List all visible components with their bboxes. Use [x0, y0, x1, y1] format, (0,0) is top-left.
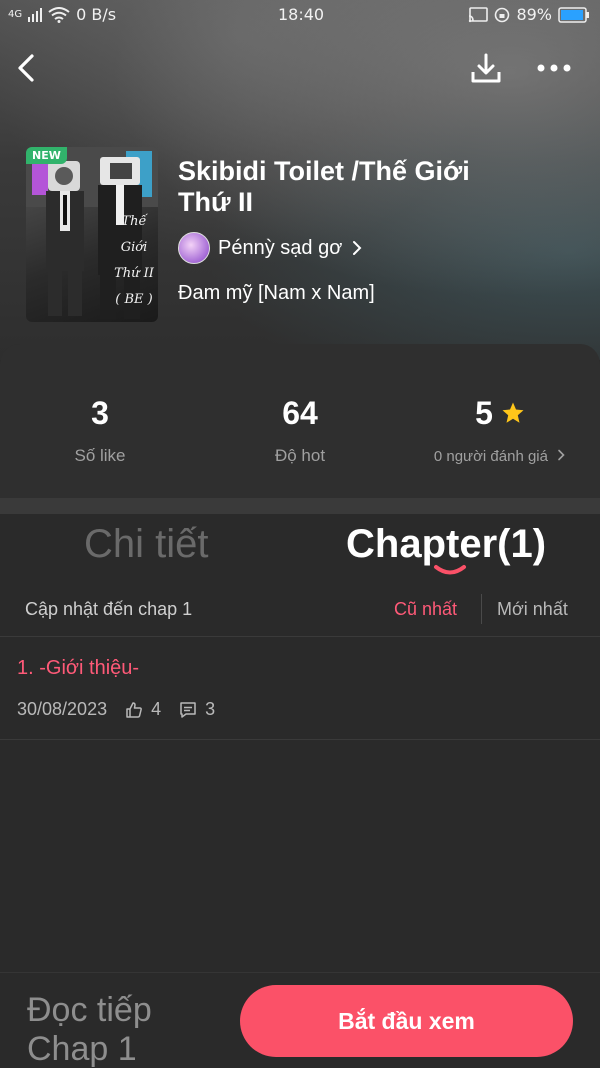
chapter-comments: 3	[179, 699, 215, 720]
cover-text: Thế Giới Thứ II ( BE )	[110, 209, 158, 313]
thumbs-up-icon	[126, 701, 142, 718]
hero-header: 4G 0 B/s 18:40 89% NEW Thế Giới Thứ II (…	[0, 0, 600, 360]
update-status: Cập nhật đến chap 1	[25, 599, 193, 619]
cast-icon	[469, 6, 489, 22]
back-arrow-icon	[18, 54, 34, 82]
stat-hot: 64 Độ hot	[200, 394, 400, 466]
rating-value-row: 5	[400, 394, 600, 432]
book-title: Skibidi Toilet /Thế Giới Thứ II	[178, 156, 470, 217]
cover-text-line: Thế	[121, 214, 147, 229]
sort-bar: Cập nhật đến chap 1 Cũ nhất Mới nhất	[0, 584, 600, 637]
chapter-date: 30/08/2023	[17, 699, 108, 719]
author-link[interactable]: Pénnỳ sạd gơ	[178, 232, 364, 264]
hot-label: Độ hot	[274, 446, 326, 465]
cover-text-line: Giới	[120, 240, 148, 255]
section-divider	[0, 498, 600, 514]
status-bar: 4G 0 B/s 18:40 89%	[0, 0, 600, 32]
author-avatar	[178, 232, 210, 264]
more-button[interactable]	[532, 50, 576, 86]
rating-value: 5	[475, 394, 493, 431]
network-label: 4G	[8, 9, 23, 20]
status-left: 4G 0 B/s	[8, 5, 116, 24]
stat-likes: 3 Số like	[0, 394, 200, 466]
likes-value: 3	[91, 394, 109, 431]
active-tab-indicator	[434, 565, 466, 575]
book-cover[interactable]: NEW Thế Giới Thứ II ( BE )	[26, 147, 158, 322]
chapter-like-count: 4	[151, 699, 162, 719]
chevron-right-icon	[558, 449, 565, 461]
hot-value: 64	[282, 394, 318, 431]
stat-rating[interactable]: 5 0 người đánh giá	[400, 394, 600, 465]
likes-label: Số like	[74, 446, 126, 465]
tab-detail[interactable]: Chi tiết	[84, 522, 209, 567]
chapter-list-item[interactable]: 1. -Giới thiệu- 30/08/2023 4 3	[0, 637, 600, 740]
back-button[interactable]	[8, 50, 44, 86]
signal-icon	[28, 7, 43, 22]
chapter-meta: 30/08/2023 4 3	[17, 699, 215, 720]
status-time: 18:40	[278, 5, 325, 24]
new-badge: NEW	[26, 147, 67, 164]
author-name: Pénnỳ sạd gơ	[218, 236, 343, 259]
status-right: 89%	[468, 5, 590, 24]
tab-bar: Chi tiết Chapter(1)	[0, 514, 600, 584]
network-speed: 0 B/s	[76, 5, 117, 24]
stats-panel: 3 Số like 64 Độ hot 5 0 người đánh giá	[0, 344, 600, 498]
rotation-lock-icon	[495, 7, 510, 22]
wifi-icon	[48, 6, 70, 23]
battery-percent: 89%	[516, 5, 552, 24]
rating-count-label: 0 người đánh giá	[433, 448, 548, 465]
start-reading-button[interactable]: Bắt đầu xem	[240, 985, 573, 1057]
book-genre: Đam mỹ [Nam x Nam]	[178, 282, 375, 304]
chapter-comment-count: 3	[205, 699, 216, 719]
cover-text-line: ( BE )	[115, 292, 153, 307]
sort-separator	[481, 594, 482, 624]
star-icon	[502, 402, 524, 423]
tab-chapter[interactable]: Chapter(1)	[346, 522, 546, 567]
sort-oldest-button[interactable]: Cũ nhất	[394, 599, 457, 620]
download-button[interactable]	[466, 48, 506, 88]
chapter-title: 1. -Giới thiệu-	[17, 657, 140, 679]
comment-icon	[180, 701, 196, 718]
chevron-right-icon	[353, 241, 362, 255]
battery-icon	[558, 6, 589, 23]
bottom-action-bar: Đọc tiếp Chap 1 Bắt đầu xem	[0, 972, 600, 1068]
sort-newest-button[interactable]: Mới nhất	[497, 599, 568, 620]
more-dots-icon	[537, 64, 571, 72]
rating-label-row: 0 người đánh giá	[400, 448, 600, 465]
download-icon	[471, 53, 501, 83]
chapter-likes: 4	[125, 699, 161, 720]
continue-reading-button[interactable]: Đọc tiếp Chap 1	[27, 991, 217, 1068]
cover-text-line: Thứ II	[114, 266, 154, 281]
